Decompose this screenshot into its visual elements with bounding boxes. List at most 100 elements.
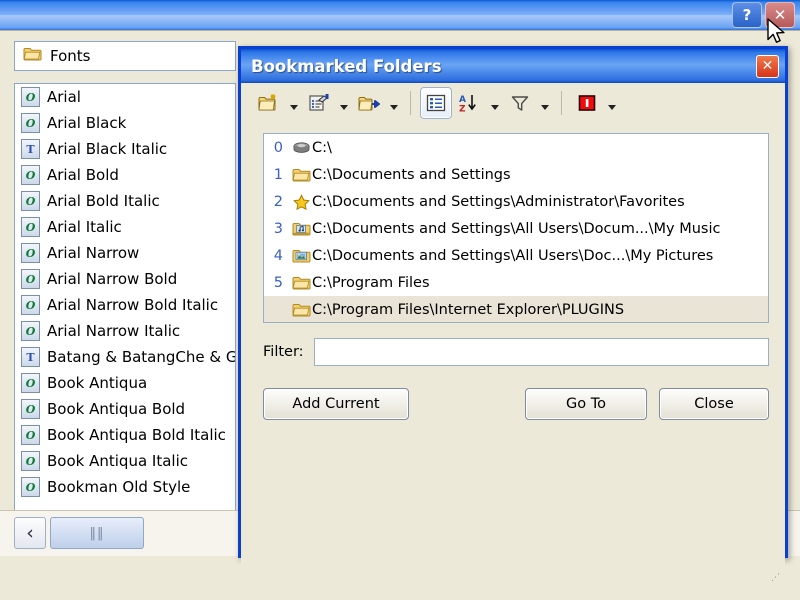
bookmark-path: C:\ [312, 139, 332, 156]
opentype-icon: O [21, 451, 40, 471]
bookmark-index: 1 [273, 166, 283, 183]
font-list-item[interactable]: O Book Antiqua Bold Italic [15, 422, 235, 448]
font-list-item-label: Arial Narrow Bold [47, 270, 178, 288]
add-current-button[interactable]: Add Current [263, 388, 409, 420]
font-list-item[interactable]: O Arial [15, 84, 235, 110]
mouse-cursor [766, 18, 788, 48]
chevron-down-icon[interactable] [538, 88, 552, 118]
font-list-item-label: Arial Bold [47, 166, 119, 184]
opentype-icon: O [21, 425, 40, 445]
path-bar-label: Fonts [50, 47, 91, 65]
folder-icon [290, 275, 312, 291]
star-icon [290, 193, 312, 210]
font-list-item-label: Arial Black [47, 114, 127, 132]
resize-grip[interactable]: ⋰ [771, 574, 781, 586]
bookmark-path: C:\Documents and Settings\All Users\Doc.… [312, 247, 714, 264]
font-list-item[interactable]: T Arial Black Italic [15, 136, 235, 162]
font-list-item-label: Batang & BatangChe & G [47, 348, 236, 366]
dialog-body: A Z 0 C:\ 1 C:\Documents and Settings 2 … [241, 83, 785, 589]
go-to-button[interactable]: Go To [525, 388, 647, 420]
filter-button[interactable] [504, 87, 536, 119]
opentype-icon: O [21, 217, 40, 237]
scrollbar-thumb[interactable]: ‖‖ [50, 517, 144, 549]
opentype-icon: O [21, 399, 40, 419]
bookmarked-folders-dialog: Bookmarked Folders ✕ A Z 0 C:\ 1 C:\Docu… [238, 46, 788, 589]
bookmark-row[interactable]: 1 C:\Documents and Settings [264, 161, 768, 188]
chevron-down-icon[interactable] [337, 88, 351, 118]
dialog-title: Bookmarked Folders [251, 56, 442, 76]
bookmark-index: 4 [273, 247, 283, 264]
opentype-icon: O [21, 87, 40, 107]
goto-folder-button[interactable] [353, 87, 385, 119]
font-list-item-label: Book Antiqua Bold Italic [47, 426, 226, 444]
picture-folder-icon [290, 248, 312, 264]
close-button[interactable]: Close [659, 388, 769, 420]
opentype-icon: O [21, 477, 40, 497]
opentype-icon: O [21, 321, 40, 341]
new-bookmark-button[interactable] [253, 87, 285, 119]
font-list-item[interactable]: O Arial Bold [15, 162, 235, 188]
drive-icon [290, 140, 312, 156]
font-list-item[interactable]: T Batang & BatangChe & G [15, 344, 235, 370]
toolbar-separator [561, 91, 562, 115]
list-view-button[interactable] [420, 87, 452, 119]
font-list-item-label: Arial Narrow Italic [47, 322, 181, 340]
filter-input[interactable] [313, 338, 769, 366]
font-list-item[interactable]: O Arial Narrow Italic [15, 318, 235, 344]
font-list-item[interactable]: O Arial Narrow Bold [15, 266, 235, 292]
bookmark-row[interactable]: 5 C:\Program Files [264, 269, 768, 296]
svg-text:A: A [459, 95, 466, 105]
dialog-titlebar[interactable]: Bookmarked Folders ✕ [241, 49, 785, 83]
opentype-icon: O [21, 243, 40, 263]
bookmark-row[interactable]: C:\Program Files\Internet Explorer\PLUGI… [264, 296, 768, 322]
font-list-item[interactable]: O Arial Bold Italic [15, 188, 235, 214]
opentype-icon: O [21, 165, 40, 185]
opentype-icon: O [21, 191, 40, 211]
bookmark-index: 5 [273, 274, 283, 291]
bookmarks-list[interactable]: 0 C:\ 1 C:\Documents and Settings 2 C:\Docume… [263, 133, 769, 323]
font-list-item[interactable]: O Arial Narrow Bold Italic [15, 292, 235, 318]
chevron-down-icon[interactable] [387, 88, 401, 118]
bookmark-index: 0 [273, 139, 283, 156]
font-list-item-label: Arial [47, 88, 81, 106]
svg-text:Z: Z [459, 105, 466, 114]
bookmark-path: C:\Documents and Settings [312, 166, 511, 183]
sort-button[interactable]: A Z [454, 87, 486, 119]
scroll-left-arrow-icon[interactable]: ‹ [14, 517, 46, 549]
chevron-down-icon[interactable] [488, 88, 502, 118]
font-list-item-label: Arial Black Italic [47, 140, 168, 158]
font-list-item-label: Arial Narrow [47, 244, 140, 262]
font-list-item-label: Arial Italic [47, 218, 122, 236]
bookmark-row[interactable]: 3 C:\Documents and Settings\All Users\Doc… [264, 215, 768, 242]
fonts-list[interactable]: O Arial O Arial Black T Arial Black Italic O Ar… [14, 83, 236, 551]
font-list-item[interactable]: O Book Antiqua [15, 370, 235, 396]
filter-row: Filter: [263, 338, 769, 366]
bookmark-row[interactable]: 0 C:\ [264, 134, 768, 161]
edit-bookmark-button[interactable] [303, 87, 335, 119]
font-list-item[interactable]: O Arial Black [15, 110, 235, 136]
truetype-icon: T [21, 347, 40, 367]
font-list-item[interactable]: O Bookman Old Style [15, 474, 235, 500]
opentype-icon: O [21, 113, 40, 133]
folder-icon [290, 302, 312, 318]
opentype-icon: O [21, 295, 40, 315]
font-list-item-label: Book Antiqua [47, 374, 148, 392]
stop-button[interactable] [571, 87, 603, 119]
bookmark-row[interactable]: 2 C:\Documents and Settings\Administrator… [264, 188, 768, 215]
chevron-down-icon[interactable] [287, 88, 301, 118]
bookmark-index: 3 [273, 220, 283, 237]
bookmark-index: 2 [273, 193, 283, 210]
font-list-item[interactable]: O Book Antiqua Italic [15, 448, 235, 474]
font-list-item[interactable]: O Arial Italic [15, 214, 235, 240]
dialog-close-button[interactable]: ✕ [756, 54, 779, 78]
path-bar[interactable]: Fonts [14, 41, 236, 71]
dialog-buttons: Add Current Go To Close [263, 388, 769, 420]
toolbar-separator [410, 91, 411, 115]
truetype-icon: T [21, 139, 40, 159]
music-folder-icon [290, 221, 312, 237]
bookmark-row[interactable]: 4 C:\Documents and Settings\All Users\Doc… [264, 242, 768, 269]
chevron-down-icon[interactable] [605, 88, 619, 118]
help-button[interactable]: ? [732, 2, 762, 28]
font-list-item[interactable]: O Arial Narrow [15, 240, 235, 266]
font-list-item[interactable]: O Book Antiqua Bold [15, 396, 235, 422]
